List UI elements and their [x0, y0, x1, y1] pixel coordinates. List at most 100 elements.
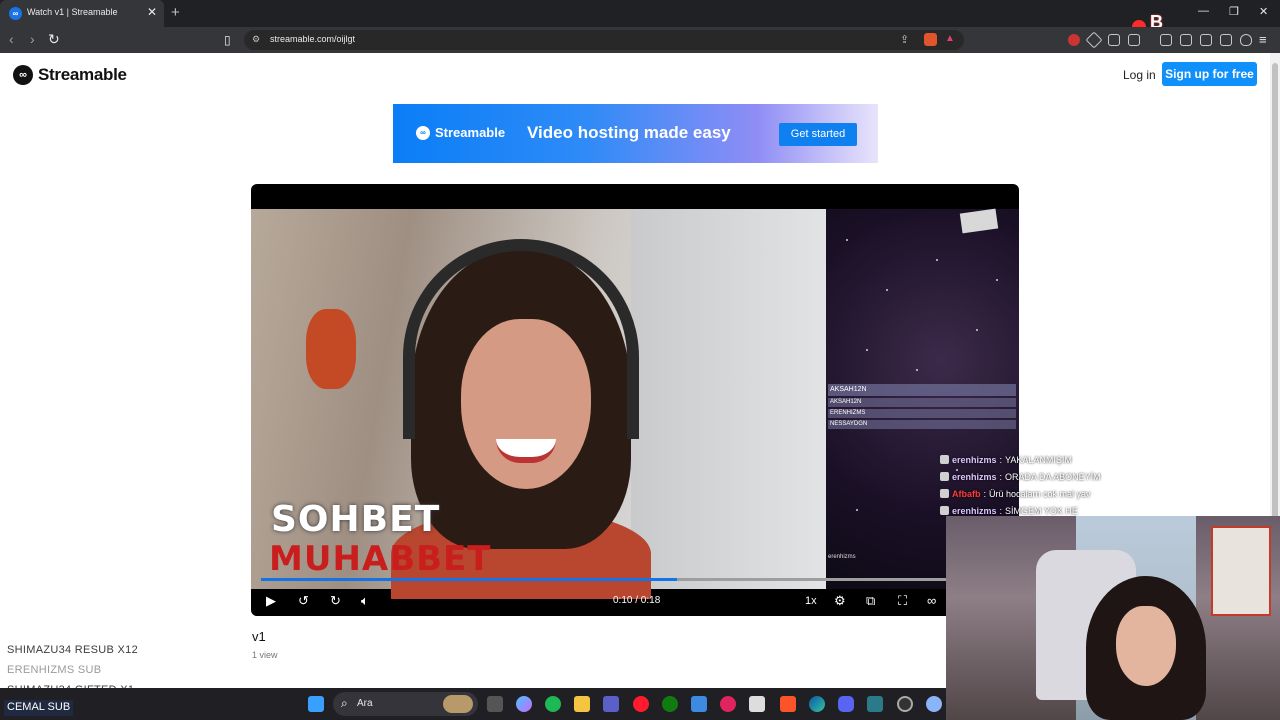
chat-username: erenhizms — [952, 471, 997, 482]
file-explorer-icon[interactable] — [574, 696, 590, 712]
leaderboard-row: AKSAH12N — [828, 398, 1016, 407]
chat-username: erenhizms — [952, 505, 997, 516]
progress-fill — [261, 578, 677, 581]
share-icon[interactable]: ⇪ — [900, 33, 909, 46]
minimize-icon[interactable]: — — [1198, 5, 1209, 17]
brave-icon[interactable] — [780, 696, 796, 712]
signup-button[interactable]: Sign up for free — [1162, 62, 1257, 86]
close-window-icon[interactable]: ✕ — [1259, 5, 1268, 18]
maximize-icon[interactable]: ❐ — [1229, 5, 1239, 18]
xbox-icon[interactable] — [662, 696, 678, 712]
spotify-icon[interactable] — [545, 696, 561, 712]
settings-gear-icon[interactable]: ⚙ — [834, 593, 846, 609]
browser-tab[interactable]: ∞ Watch v1 | Streamable ✕ — [0, 0, 164, 27]
streamer-face — [1116, 606, 1176, 686]
chat-separator: : — [999, 505, 1003, 516]
media-player-icon[interactable] — [720, 696, 736, 712]
get-started-button[interactable]: Get started — [779, 123, 857, 146]
banner-logo: ∞ Streamable — [416, 125, 505, 140]
extension-diamond-icon[interactable] — [1085, 31, 1103, 49]
leo-ai-icon[interactable] — [1220, 34, 1232, 46]
star — [996, 279, 998, 281]
in-stream-chat-user: erenhizms — [828, 554, 856, 560]
promo-banner[interactable]: ∞ Streamable Video hosting made easy Get… — [393, 104, 878, 163]
leaderboard-row: NESSAYDGN — [828, 420, 1016, 429]
play-icon[interactable]: ▶ — [266, 593, 276, 609]
banner-logo-text: Streamable — [435, 125, 506, 140]
new-tab-icon[interactable]: + — [171, 4, 180, 21]
view-count: 1 view — [252, 650, 278, 660]
wall-poster — [1211, 526, 1271, 616]
menu-icon[interactable]: ≡ — [1259, 32, 1267, 47]
headset-icon — [403, 239, 639, 439]
music-icon[interactable] — [1160, 34, 1172, 46]
tab-close-icon[interactable]: ✕ — [147, 5, 157, 19]
taskbar-search[interactable]: ⌕ Ara — [333, 692, 478, 716]
bookmark-icon[interactable]: ▯ — [224, 33, 231, 47]
task-view-icon[interactable] — [487, 696, 503, 712]
volume-icon[interactable]: 🔈︎ — [361, 593, 369, 609]
back-icon[interactable]: ‹ — [9, 31, 14, 47]
chat-badge-icon — [940, 455, 949, 464]
player-controls: ▶ ↺ ↻ 🔈︎ 0:10 / 0:18 1x ⚙ ⧉ ⛶ ∞ — [251, 587, 1019, 616]
leaderboard-row: AKSAH12N — [828, 384, 1016, 396]
chat-separator: : — [999, 471, 1003, 482]
progress-bar[interactable] — [261, 578, 1009, 581]
sidebar-icon[interactable] — [1180, 34, 1192, 46]
copilot-icon[interactable] — [516, 696, 532, 712]
terminal-icon[interactable] — [867, 696, 883, 712]
picture-in-picture-icon[interactable]: ⧉ — [866, 593, 875, 609]
teams-icon[interactable] — [603, 696, 619, 712]
login-link[interactable]: Log in — [1123, 68, 1156, 82]
video-player[interactable]: SOHBET MUHABBET AKSAH12N AKSAH12N ERENHI… — [251, 184, 1019, 616]
search-highlight-icon — [443, 695, 473, 713]
satellite-icon — [959, 208, 999, 234]
streamable-player-logo-icon[interactable]: ∞ — [927, 593, 936, 608]
rewind-icon[interactable]: ↺ — [298, 593, 309, 609]
streamable-logo[interactable]: ∞ Streamable — [13, 65, 127, 85]
chat-username: Afbafb — [952, 488, 981, 499]
playback-speed-button[interactable]: 1x — [805, 595, 817, 607]
site-info-icon[interactable]: ⚙ — [252, 34, 260, 45]
brave-rewards-icon[interactable]: ▲ — [945, 33, 955, 44]
chat-text: SİMGEM YOK HE — [1005, 505, 1078, 516]
chat-message: Afbafb: Ürü hocalarn cok mal yav — [940, 485, 1270, 502]
star — [866, 349, 868, 351]
chat-text: Ürü hocalarn cok mal yav — [989, 488, 1091, 499]
stream-title-line1: SOHBET — [271, 499, 441, 540]
store-icon[interactable] — [691, 696, 707, 712]
forward-skip-icon[interactable]: ↻ — [330, 593, 341, 609]
leaderboard-row: ERENHIZMS — [828, 409, 1016, 418]
star — [886, 289, 888, 291]
chat-separator: : — [999, 454, 1003, 465]
forward-icon[interactable]: › — [30, 31, 35, 47]
obs-icon[interactable] — [897, 696, 913, 712]
search-icon: ⌕ — [341, 696, 348, 710]
fullscreen-icon[interactable]: ⛶ — [898, 593, 907, 609]
chat-username: erenhizms — [952, 454, 997, 465]
chat-badge-icon — [940, 472, 949, 481]
star — [916, 369, 918, 371]
video-title: v1 — [252, 629, 266, 644]
banner-logo-icon: ∞ — [416, 125, 430, 140]
streamable-favicon-icon: ∞ — [9, 7, 22, 20]
sub-leaderboard: AKSAH12N AKSAH12N ERENHIZMS NESSAYDGN — [828, 384, 1016, 431]
tab-title: Watch v1 | Streamable — [27, 7, 118, 17]
star — [856, 509, 858, 511]
address-bar[interactable]: ⚙ streamable.com/oijlgt ⇪ ▲ — [244, 30, 964, 50]
opera-icon[interactable] — [633, 696, 649, 712]
extensions-puzzle-icon[interactable] — [1108, 34, 1120, 46]
edge-icon[interactable] — [809, 696, 825, 712]
discord-icon[interactable] — [838, 696, 854, 712]
windows-start-icon[interactable] — [308, 696, 324, 712]
wallet-icon[interactable] — [1128, 34, 1140, 46]
stream-chat-overlay: erenhizms: YAKALANMIŞIM erenhizms: ORADA DA… — [940, 451, 1270, 519]
chat-message: erenhizms: YAKALANMIŞIM — [940, 451, 1270, 468]
extension-icon[interactable] — [1068, 34, 1080, 46]
crypto-wallet-icon[interactable] — [1200, 34, 1212, 46]
settings-icon[interactable] — [926, 696, 942, 712]
brave-shields-icon[interactable] — [924, 33, 937, 46]
reload-icon[interactable]: ↻ — [48, 31, 60, 48]
snip-icon[interactable] — [749, 696, 765, 712]
vpn-shield-icon[interactable] — [1240, 34, 1252, 46]
